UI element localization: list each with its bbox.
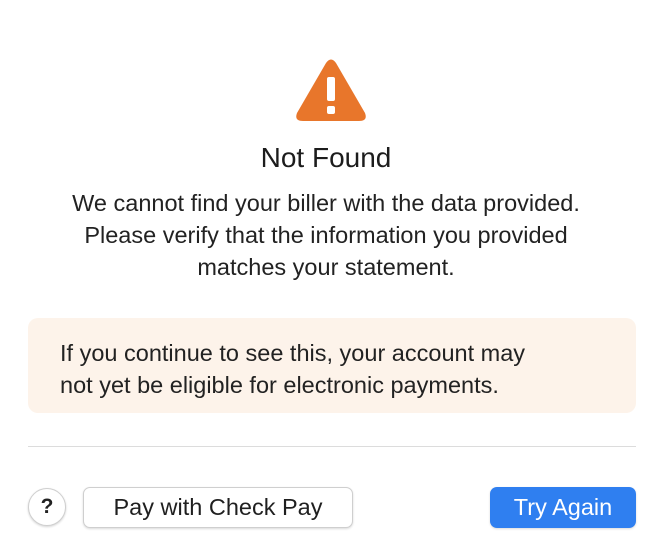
message-line: Please verify that the information you p… (84, 222, 568, 248)
dialog-message: We cannot find your biller with the data… (20, 187, 632, 283)
notice-line: not yet be eligible for electronic payme… (60, 372, 499, 398)
dialog-title: Not Found (260, 142, 392, 173)
eligibility-notice: If you continue to see this, your accoun… (28, 318, 636, 413)
notice-line: If you continue to see this, your accoun… (60, 340, 526, 366)
message-line: matches your statement. (197, 254, 455, 280)
warning-triangle-icon (296, 59, 366, 121)
try-again-button[interactable]: Try Again (490, 487, 636, 528)
help-button[interactable]: ? (28, 488, 66, 526)
not-found-dialog: Not Found We cannot find your biller wit… (0, 0, 652, 556)
pay-with-check-pay-button[interactable]: Pay with Check Pay (83, 487, 353, 528)
message-line: We cannot find your biller with the data… (72, 190, 580, 216)
footer-divider (28, 446, 636, 447)
